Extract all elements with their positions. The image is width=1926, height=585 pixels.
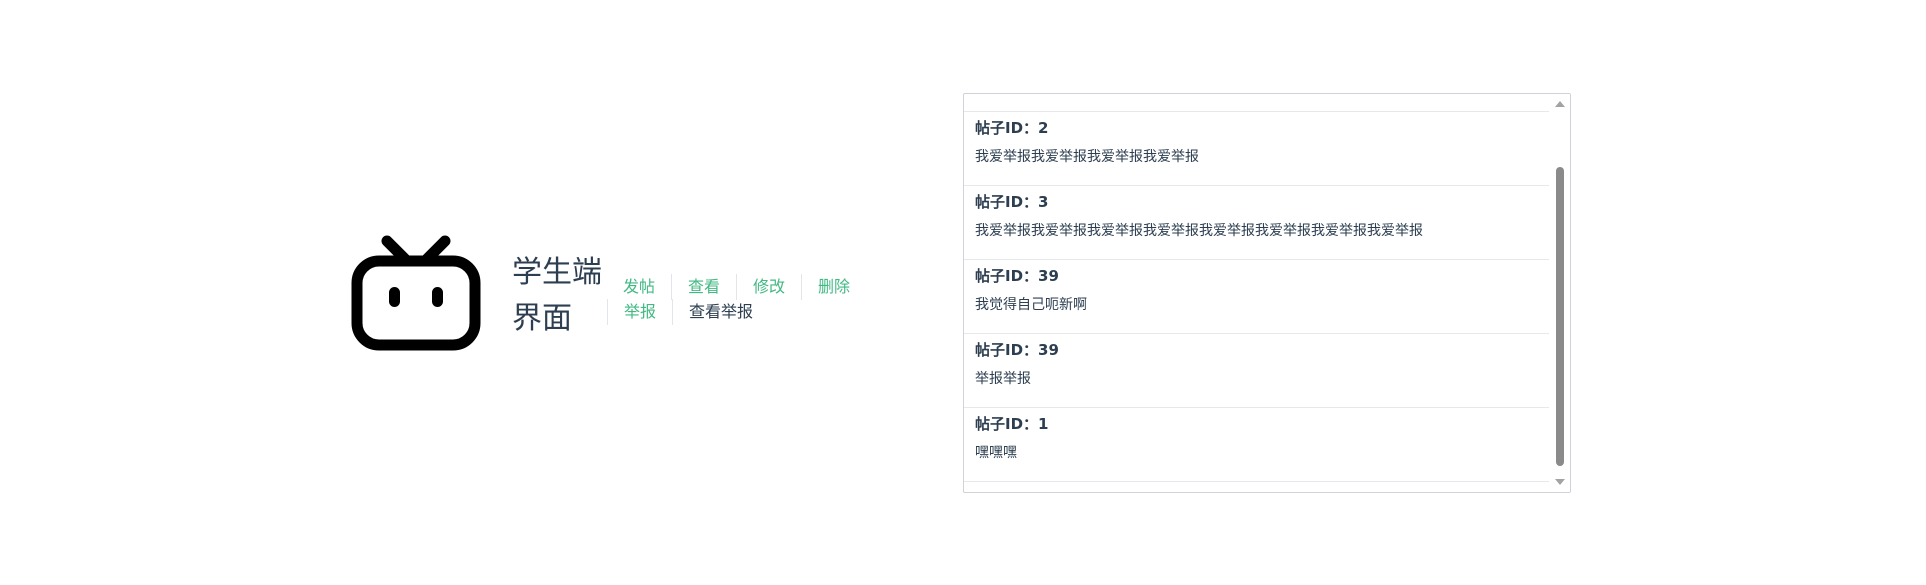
scroll-down-arrow-icon[interactable] (1555, 479, 1565, 485)
post-id-label: 帖子ID：3 (975, 193, 1049, 211)
nav-link-delete[interactable]: 删除 (801, 273, 866, 300)
scrollbar-thumb[interactable] (1556, 167, 1564, 466)
bilibili-tv-icon (351, 235, 481, 351)
list-item: 帖子ID：39 举报举报 (964, 333, 1549, 407)
list-item: 帖子ID：39 我觉得自己呃新啊 (964, 259, 1549, 333)
nav-row-2: 举报 查看举报 (607, 298, 865, 325)
post-content: 嘿嘿嘿 (975, 445, 1017, 461)
post-content: 我爱举报我爱举报我爱举报我爱举报 (975, 149, 1199, 165)
list-divider (964, 481, 1549, 482)
post-content: 举报举报 (975, 371, 1031, 387)
list-item: 帖子ID：1 嘿嘿嘿 (964, 407, 1549, 481)
nav-link-report[interactable]: 举报 (607, 298, 672, 325)
nav-link-view-reports[interactable]: 查看举报 (672, 298, 769, 325)
scroll-up-arrow-icon[interactable] (1555, 101, 1565, 107)
post-id-label: 帖子ID：39 (975, 341, 1059, 359)
post-id-label: 帖子ID：39 (975, 267, 1059, 285)
post-id-label: 帖子ID：1 (975, 415, 1049, 433)
post-id-label: 帖子ID：2 (975, 119, 1049, 137)
report-list-panel[interactable]: 帖子ID：2 我爱举报我爱举报我爱举报我爱举报 帖子ID：3 我爱举报我爱举报我… (963, 93, 1571, 493)
nav-link-view[interactable]: 查看 (671, 273, 736, 300)
page-title: 学生端界面 (512, 255, 602, 336)
nav-row-1: 发帖 查看 修改 删除 (605, 273, 866, 300)
nav-link-edit[interactable]: 修改 (736, 273, 801, 300)
post-content: 我爱举报我爱举报我爱举报我爱举报我爱举报我爱举报我爱举报我爱举报 (975, 223, 1423, 239)
report-list: 帖子ID：2 我爱举报我爱举报我爱举报我爱举报 帖子ID：3 我爱举报我爱举报我… (964, 94, 1549, 492)
scrollbar[interactable] (1550, 94, 1570, 492)
post-content: 我觉得自己呃新啊 (975, 297, 1087, 313)
nav-menu: 发帖 查看 修改 删除 举报 查看举报 (605, 273, 866, 325)
list-item: 帖子ID：2 我爱举报我爱举报我爱举报我爱举报 (964, 111, 1549, 185)
list-item: 帖子ID：3 我爱举报我爱举报我爱举报我爱举报我爱举报我爱举报我爱举报我爱举报 (964, 185, 1549, 259)
nav-link-post[interactable]: 发帖 (605, 274, 671, 300)
page: 学生端界面 发帖 查看 修改 删除 举报 查看举报 帖子ID：2 我爱举报我爱举… (0, 0, 1926, 585)
